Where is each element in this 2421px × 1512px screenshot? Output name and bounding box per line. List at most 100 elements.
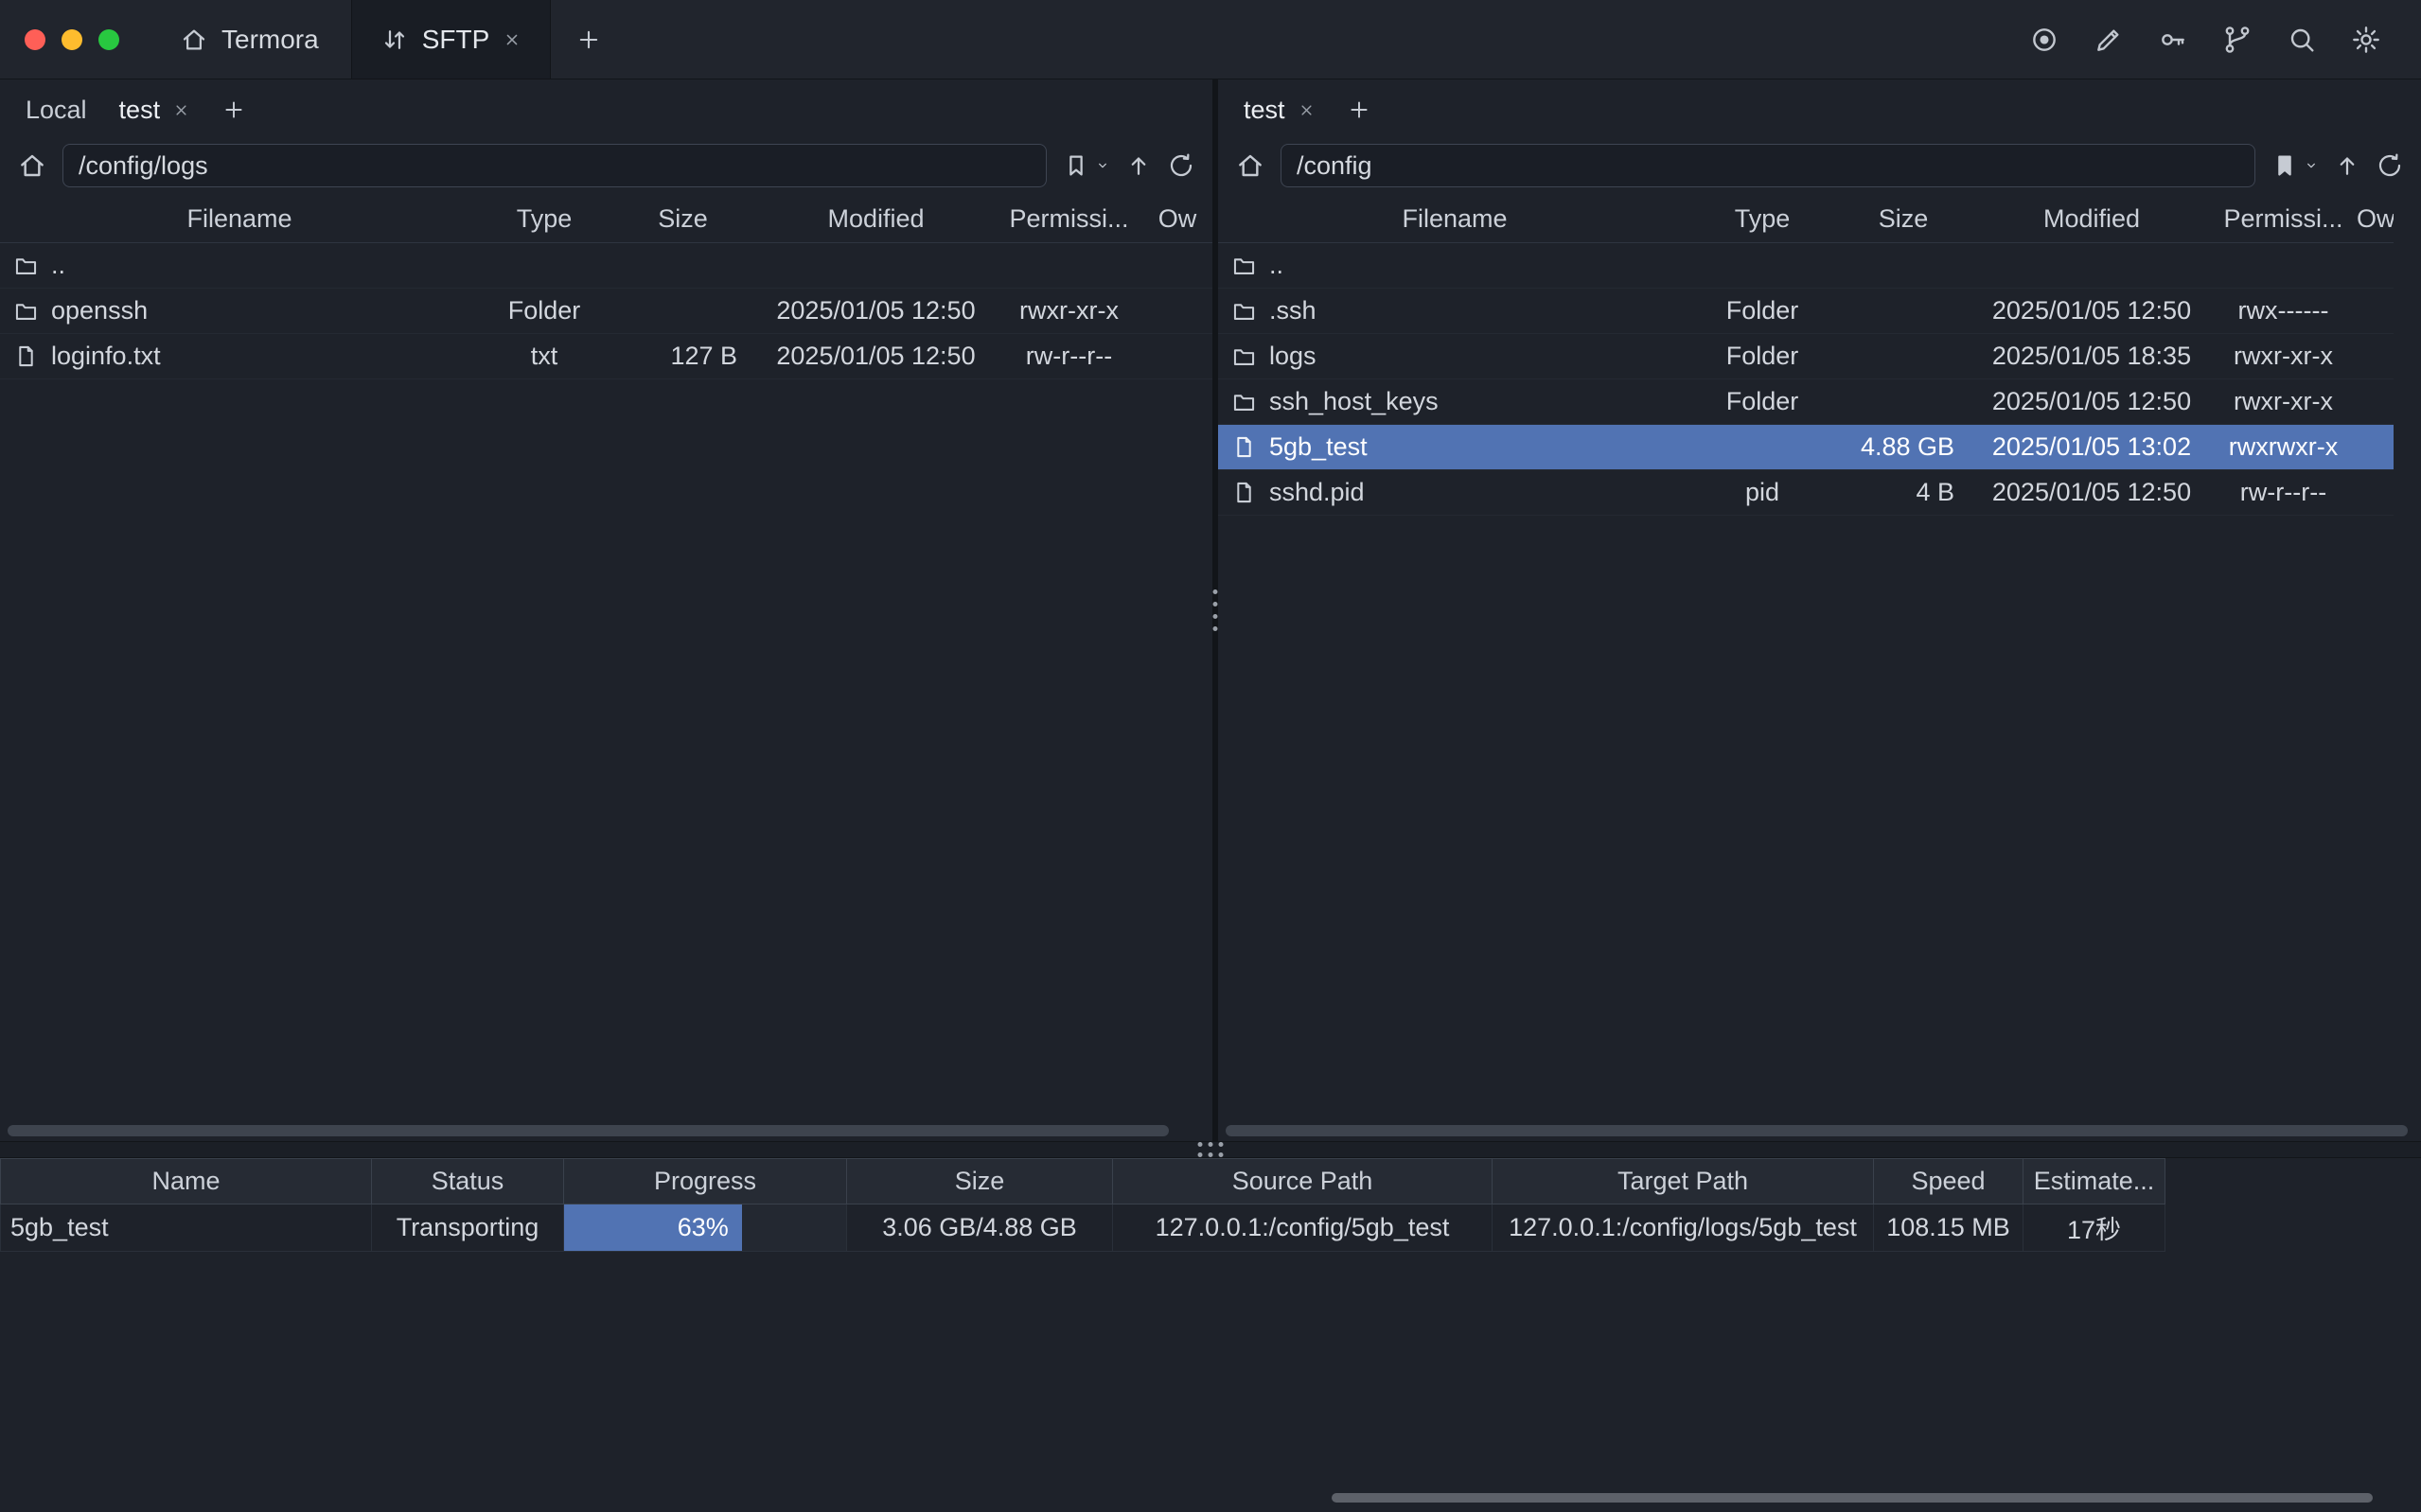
bookmark-button-left[interactable] (1062, 151, 1110, 180)
parent-directory-button[interactable] (2333, 151, 2361, 180)
transfer-row[interactable]: 5gb_test Transporting 63% 3.06 GB/4.88 G… (1, 1204, 2165, 1252)
left-pane: Local test (0, 79, 1212, 1141)
key-icon[interactable] (2158, 25, 2188, 55)
file-row[interactable]: ssh_host_keys Folder 2025/01/05 12:50 rw… (1218, 378, 2394, 424)
transfer-column-header[interactable]: Size (847, 1159, 1113, 1204)
modified-cell: 2025/01/05 12:50 (1973, 378, 2210, 424)
horizontal-scrollbar-right[interactable] (1226, 1125, 2408, 1136)
size-cell: 4.88 GB (1833, 424, 1973, 469)
folder-icon (1231, 343, 1257, 369)
filename-cell: .. (1269, 251, 1283, 280)
transfer-column-header[interactable]: Progress (564, 1159, 847, 1204)
column-header[interactable]: Filename (1218, 197, 1691, 242)
filename-cell: logs (1269, 342, 1317, 371)
transfer-column-header[interactable]: Source Path (1113, 1159, 1493, 1204)
tab-termora[interactable]: Termora (148, 0, 351, 79)
folder-icon (1231, 389, 1257, 414)
bookmark-filled-icon (2271, 151, 2299, 180)
close-tab-button[interactable] (1298, 101, 1316, 119)
file-row[interactable]: sshd.pid pid 4 B 2025/01/05 12:50 rw-r--… (1218, 469, 2394, 515)
transfer-column-header[interactable]: Status (372, 1159, 564, 1204)
permissions-cell: rwxr-xr-x (2210, 333, 2357, 378)
path-input-right[interactable] (1281, 144, 2255, 187)
column-header[interactable]: Size (1833, 197, 1973, 242)
edit-icon[interactable] (2094, 25, 2124, 55)
home-directory-button[interactable] (17, 150, 47, 181)
file-row[interactable]: loginfo.txt txt 127 B 2025/01/05 12:50 r… (0, 333, 1212, 378)
new-window-tab-button[interactable] (551, 0, 627, 79)
column-header[interactable]: Size (610, 197, 756, 242)
app-tab-label: Termora (221, 25, 319, 55)
type-cell: Folder (1691, 378, 1833, 424)
transfer-column-header[interactable]: Name (1, 1159, 372, 1204)
file-type-icon (1231, 389, 1257, 414)
transfer-column-header[interactable]: Speed (1874, 1159, 2023, 1204)
tab-sftp[interactable]: SFTP (351, 0, 552, 79)
modified-cell (1973, 242, 2210, 288)
close-tab-button[interactable] (172, 101, 190, 119)
path-input-left[interactable] (62, 144, 1047, 187)
modified-cell: 2025/01/05 12:50 (756, 288, 996, 333)
column-header[interactable]: Permissi... (996, 197, 1142, 242)
home-directory-button[interactable] (1235, 150, 1265, 181)
owner-cell (2357, 378, 2394, 424)
transfer-source-cell: 127.0.0.1:/config/5gb_test (1113, 1204, 1493, 1252)
file-row[interactable]: openssh Folder 2025/01/05 12:50 rwxr-xr-… (0, 288, 1212, 333)
right-path-tools (2271, 151, 2404, 180)
owner-cell (2357, 333, 2394, 378)
add-tab-button-left[interactable] (206, 97, 261, 122)
settings-gear-icon[interactable] (2351, 25, 2381, 55)
horizontal-scrollbar-left[interactable] (8, 1125, 1169, 1136)
refresh-button[interactable] (2376, 151, 2404, 180)
parent-directory-button[interactable] (1124, 151, 1153, 180)
bookmark-icon (1062, 151, 1090, 180)
size-cell (1833, 288, 1973, 333)
transfer-progress-cell: 63% (564, 1204, 847, 1252)
tab-test-left[interactable]: test (103, 79, 207, 140)
search-icon[interactable] (2287, 25, 2317, 55)
column-header[interactable]: Type (479, 197, 610, 242)
size-cell (1833, 378, 1973, 424)
file-row[interactable]: .. (1218, 242, 2394, 288)
record-icon[interactable] (2029, 25, 2059, 55)
home-icon (17, 150, 47, 181)
sftp-dual-pane: Local test (0, 79, 2421, 1141)
column-header[interactable]: Type (1691, 197, 1833, 242)
column-header[interactable]: Modified (756, 197, 996, 242)
column-header[interactable]: Ow (1142, 197, 1212, 242)
file-type-icon (13, 253, 39, 278)
branch-icon[interactable] (2222, 25, 2253, 55)
horizontal-scrollbar-bottom[interactable] (1332, 1493, 2373, 1503)
tab-local[interactable]: Local (9, 79, 103, 140)
permissions-cell: rwxrwxr-x (2210, 424, 2357, 469)
file-row[interactable]: .. (0, 242, 1212, 288)
transfer-column-header[interactable]: Target Path (1493, 1159, 1874, 1204)
zoom-window-button[interactable] (98, 29, 119, 50)
column-header[interactable]: Permissi... (2210, 197, 2357, 242)
transfer-splitter-horizontal[interactable] (0, 1141, 2421, 1158)
home-icon (1235, 150, 1265, 181)
column-header[interactable]: Filename (0, 197, 479, 242)
close-window-button[interactable] (25, 29, 45, 50)
file-row[interactable]: logs Folder 2025/01/05 18:35 rwxr-xr-x (1218, 333, 2394, 378)
bookmark-button-right[interactable] (2271, 151, 2319, 180)
file-row[interactable]: 5gb_test 4.88 GB 2025/01/05 13:02 rwxrwx… (1218, 424, 2394, 469)
chevron-down-icon (2304, 158, 2319, 173)
close-sftp-tab-button[interactable] (503, 30, 521, 49)
minimize-window-button[interactable] (62, 29, 82, 50)
column-header[interactable]: Ow (2357, 197, 2394, 242)
transfer-column-header[interactable]: Estimate... (2023, 1159, 2165, 1204)
owner-cell (2357, 288, 2394, 333)
file-row[interactable]: .ssh Folder 2025/01/05 12:50 rwx------ (1218, 288, 2394, 333)
chevron-down-icon (1095, 158, 1110, 173)
right-pane-tabs: test (1218, 79, 2421, 140)
file-type-icon (1231, 434, 1257, 460)
column-header[interactable]: Modified (1973, 197, 2210, 242)
filename-cell: loginfo.txt (51, 342, 161, 371)
progress-bar-fill: 63% (564, 1204, 742, 1251)
add-tab-button-right[interactable] (1332, 97, 1387, 122)
tab-test-right[interactable]: test (1228, 79, 1332, 140)
file-type-icon (1231, 343, 1257, 369)
traffic-lights (0, 0, 148, 79)
refresh-button[interactable] (1167, 151, 1195, 180)
